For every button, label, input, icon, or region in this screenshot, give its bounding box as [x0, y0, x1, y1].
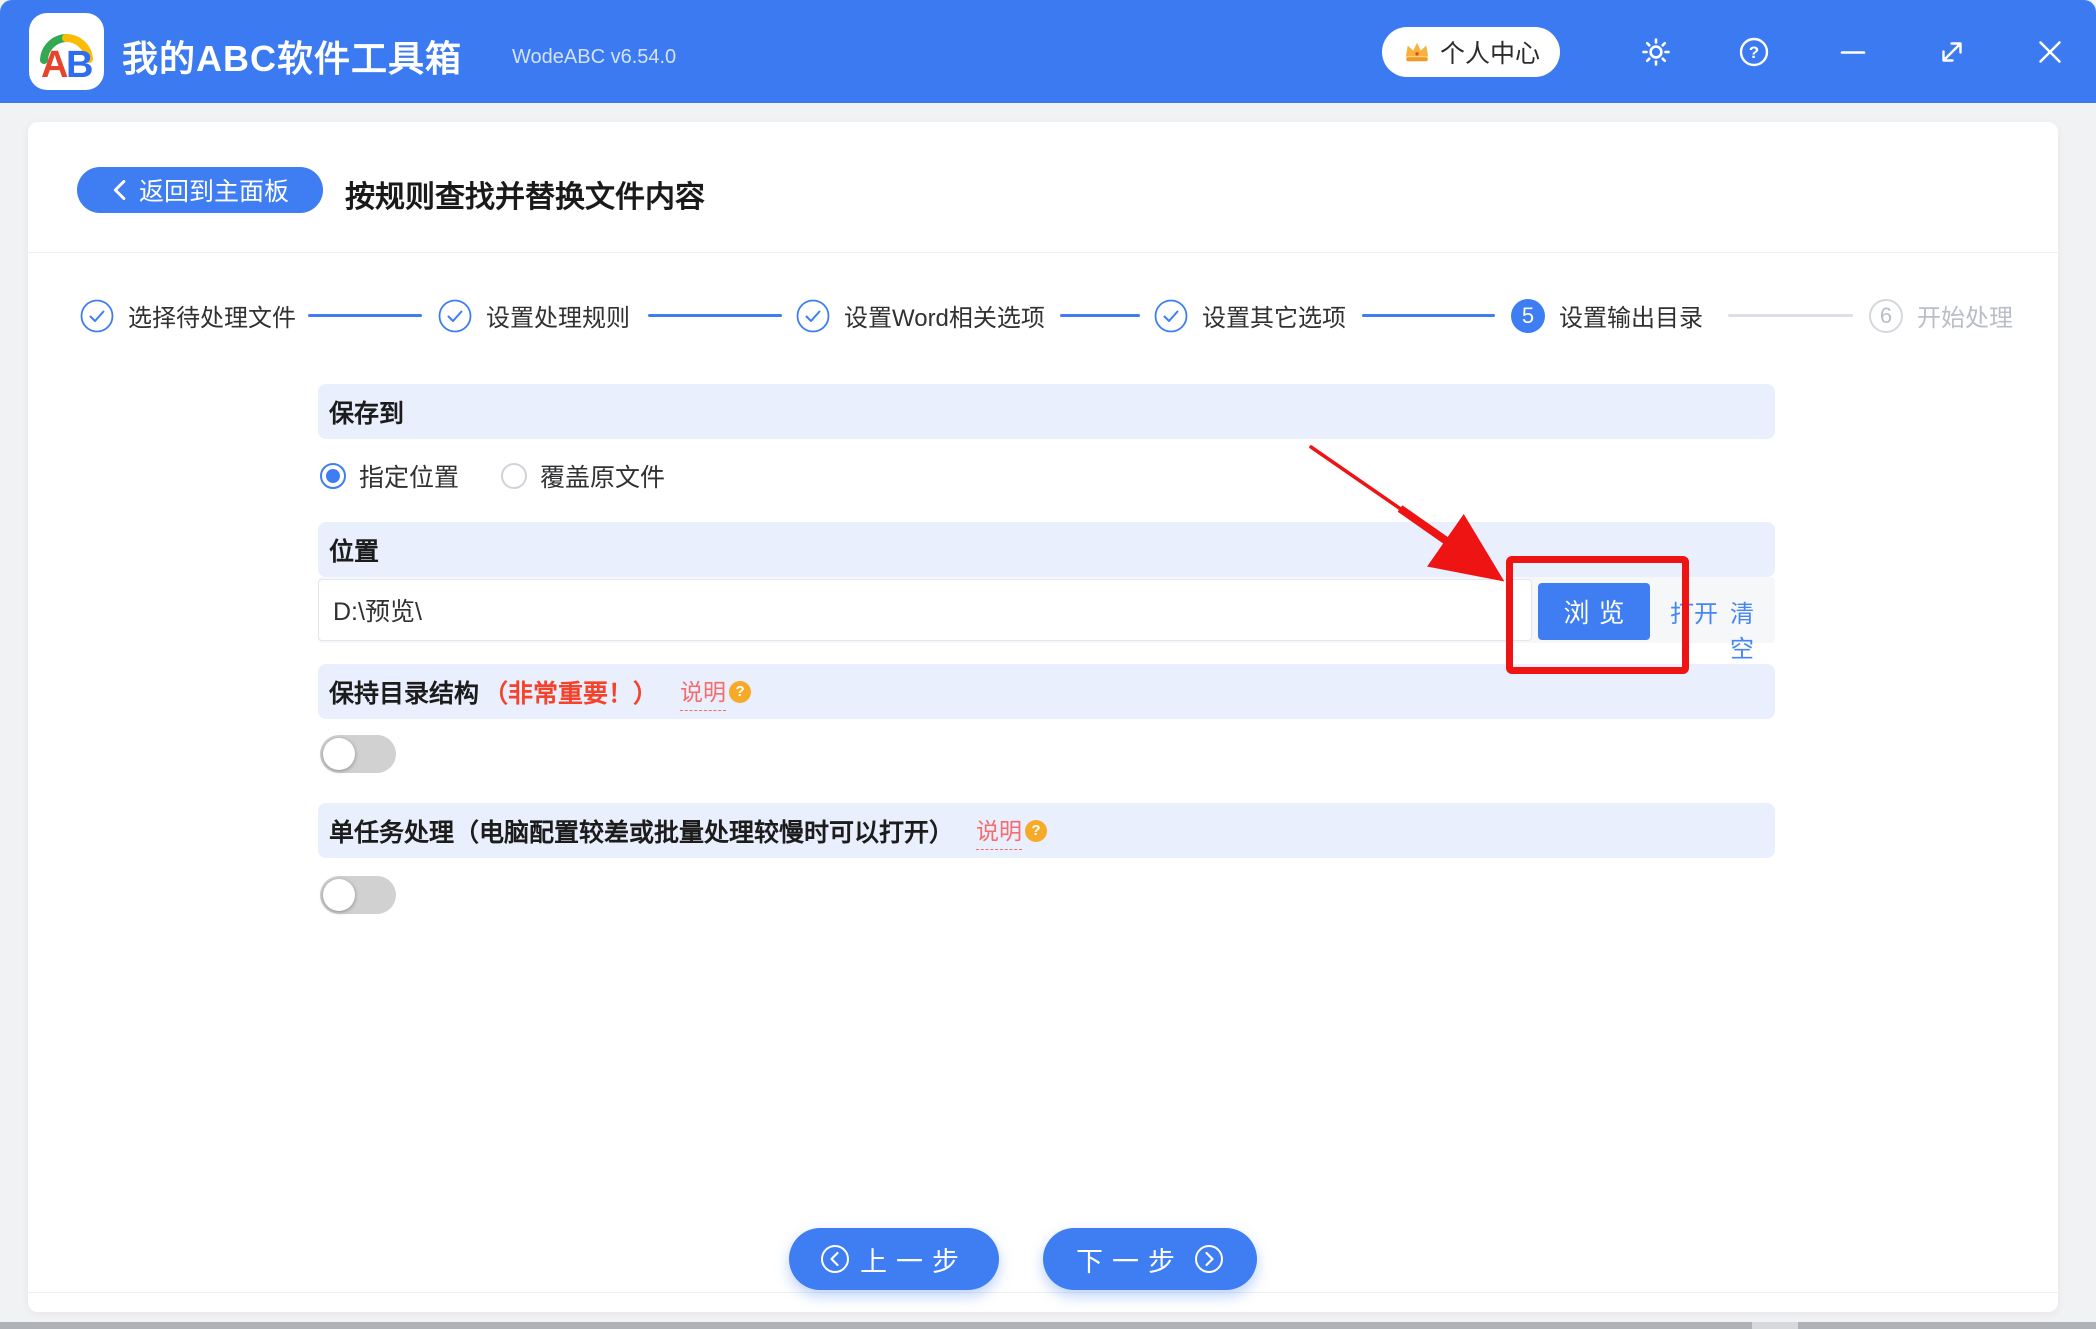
app-logo: A B [29, 13, 104, 90]
svg-text:B: B [66, 44, 93, 86]
step-item-2: 设置处理规则 [438, 298, 630, 333]
keep-structure-header: 保持目录结构 （非常重要！） 说明 ? [318, 664, 1775, 719]
step-connector [1728, 314, 1853, 317]
back-button[interactable]: 返回到主面板 [77, 167, 323, 213]
chevron-left-icon [113, 179, 126, 201]
prev-button-label: 上一步 [860, 1246, 968, 1277]
radio-label: 指定位置 [359, 464, 460, 492]
app-logo-icon: A B [40, 33, 93, 86]
titlebar: A B 我的ABC软件工具箱 WodeABC v6.54.0 个人中心 ? [0, 0, 2096, 103]
page-title: 按规则查找并替换文件内容 [345, 181, 705, 214]
maximize-button[interactable] [1936, 36, 1968, 68]
svg-text:A: A [41, 44, 68, 86]
toggle-knob [323, 879, 355, 911]
location-header: 位置 [318, 522, 1775, 577]
chevron-circle-right-icon [1195, 1245, 1223, 1273]
important-note: （非常重要！） [483, 679, 659, 708]
step-label: 开始处理 [1917, 305, 2013, 332]
app-title: 我的ABC软件工具箱 [122, 38, 462, 79]
location-row: 浏览 打开 清空 [318, 577, 1775, 663]
step-connector [1060, 314, 1140, 317]
personal-center-button[interactable]: 个人中心 [1382, 27, 1560, 77]
step-item-6: 6 开始处理 [1869, 298, 2013, 333]
single-task-title: 单任务处理（电脑配置较差或批量处理较慢时可以打开） [329, 818, 955, 847]
settings-button[interactable] [1640, 36, 1672, 68]
step-item-4: 设置其它选项 [1154, 298, 1346, 333]
close-button[interactable] [2034, 36, 2066, 68]
step-label: 设置输出目录 [1559, 305, 1703, 332]
location-title: 位置 [329, 537, 380, 566]
step-check-icon [80, 299, 114, 333]
footer-divider [28, 1292, 2058, 1293]
help-icon: ? [1739, 37, 1769, 67]
single-task-toggle[interactable] [320, 876, 396, 914]
main-panel: 返回到主面板 按规则查找并替换文件内容 选择待处理文件 设置处理规则 设置Wor… [28, 122, 2058, 1312]
step-item-5: 5 设置输出目录 [1511, 298, 1703, 333]
close-icon [2039, 41, 2061, 63]
step-label: 设置处理规则 [486, 305, 630, 332]
help-button[interactable]: ? [1738, 36, 1770, 68]
step-number: 6 [1869, 298, 1903, 333]
personal-center-label: 个人中心 [1439, 40, 1540, 68]
save-to-options: 指定位置 覆盖原文件 [320, 458, 665, 494]
step-item-1: 选择待处理文件 [80, 298, 296, 333]
keep-structure-help-link[interactable]: 说明 [680, 673, 727, 711]
gear-icon [1642, 38, 1670, 66]
radio-label: 覆盖原文件 [540, 464, 666, 492]
back-button-label: 返回到主面板 [138, 178, 289, 206]
step-connector [1362, 314, 1495, 317]
step-check-icon [1154, 299, 1188, 333]
step-check-icon [796, 299, 830, 333]
radio-specified-location[interactable]: 指定位置 [320, 458, 459, 494]
step-connector [308, 314, 422, 317]
window-bottom-edge [0, 1322, 2096, 1329]
step-check-icon [438, 299, 472, 333]
minimize-button[interactable] [1837, 36, 1869, 68]
browse-button[interactable]: 浏览 [1538, 583, 1650, 640]
radio-overwrite-original[interactable]: 覆盖原文件 [501, 458, 665, 494]
step-connector [648, 314, 782, 317]
step-label: 选择待处理文件 [128, 305, 296, 332]
keep-structure-toggle[interactable] [320, 735, 396, 773]
open-link[interactable]: 打开 [1670, 594, 1718, 629]
minimize-icon [1840, 51, 1866, 54]
toggle-knob [323, 738, 355, 770]
svg-text:?: ? [1749, 43, 1759, 62]
prev-button[interactable]: 上一步 [789, 1228, 999, 1290]
save-to-header: 保存到 [318, 384, 1775, 439]
question-badge-icon: ? [729, 680, 752, 703]
keep-structure-title: 保持目录结构 [329, 679, 480, 708]
step-item-3: 设置Word相关选项 [796, 298, 1045, 333]
next-button[interactable]: 下一步 [1043, 1228, 1257, 1290]
save-to-title: 保存到 [329, 399, 405, 428]
crown-icon [1405, 42, 1429, 62]
step-label: 设置其它选项 [1202, 305, 1346, 332]
chevron-circle-left-icon [821, 1245, 849, 1273]
radio-selected-icon [320, 463, 346, 489]
single-task-header: 单任务处理（电脑配置较差或批量处理较慢时可以打开） 说明 ? [318, 803, 1775, 858]
app-version: WodeABC v6.54.0 [512, 46, 677, 68]
radio-unselected-icon [501, 463, 528, 489]
maximize-icon [1942, 42, 1962, 62]
question-badge-icon: ? [1025, 819, 1048, 842]
window-bottom-edge-segment [1752, 1322, 1798, 1329]
step-number: 5 [1511, 298, 1545, 333]
step-label: 设置Word相关选项 [844, 305, 1045, 332]
header-divider [28, 252, 2058, 253]
next-button-label: 下一步 [1076, 1246, 1184, 1277]
location-input[interactable] [318, 579, 1532, 641]
clear-link[interactable]: 清空 [1730, 594, 1775, 664]
single-task-help-link[interactable]: 说明 [976, 812, 1023, 850]
